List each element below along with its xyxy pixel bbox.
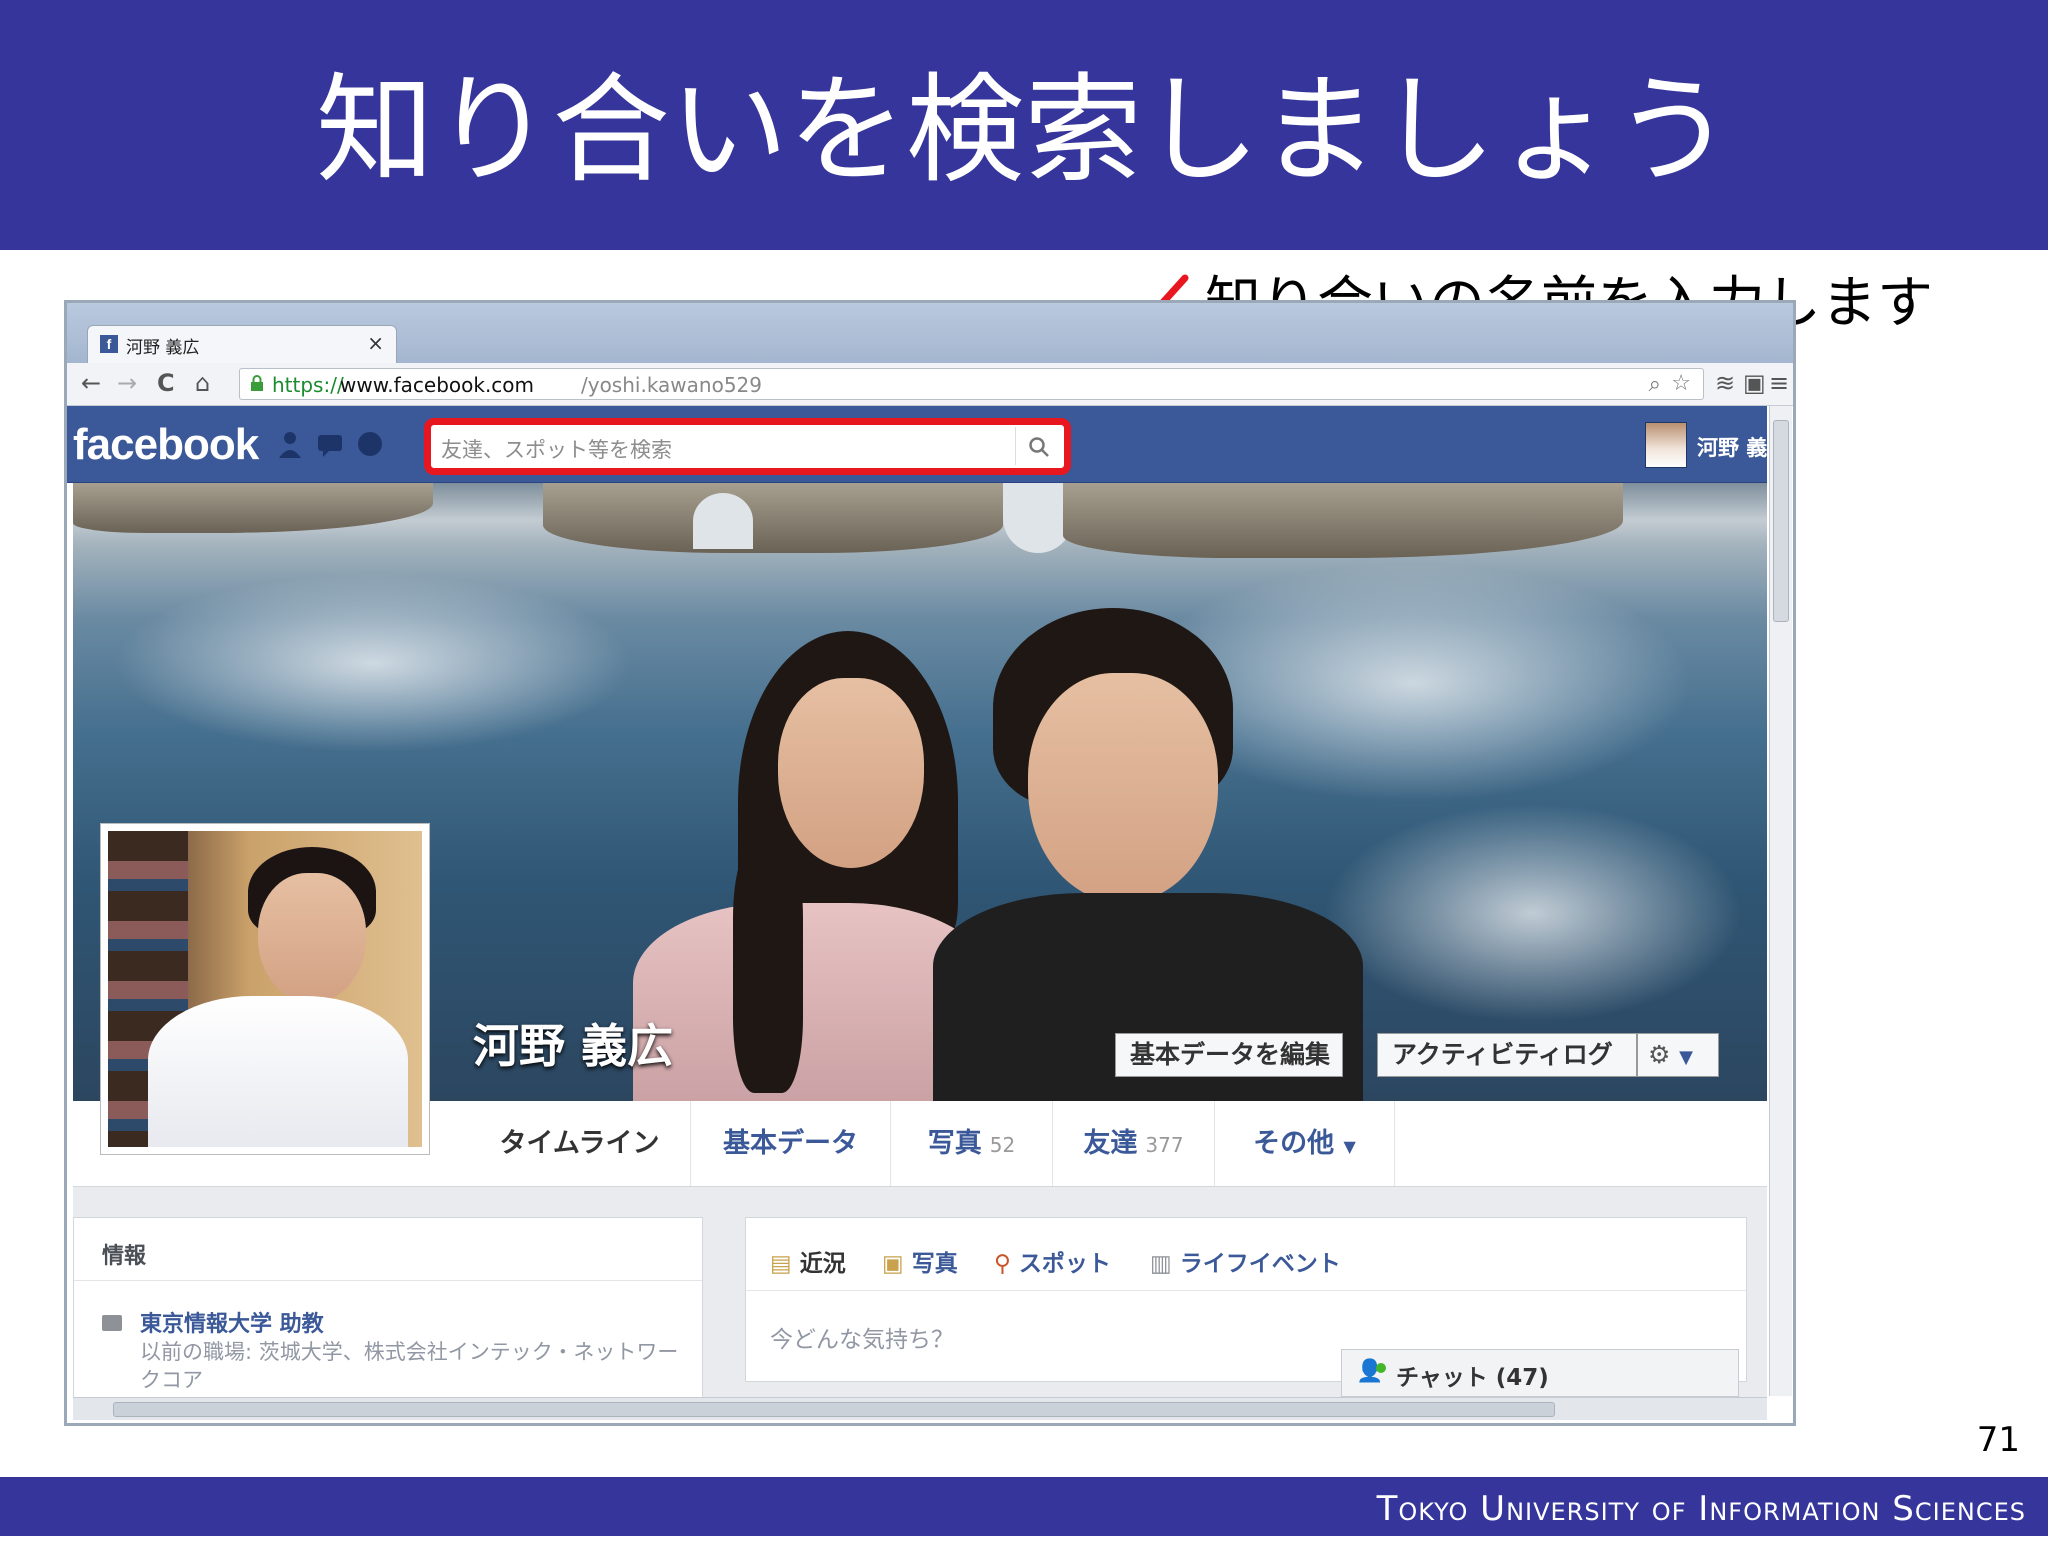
friends-count: 377 <box>1145 1133 1184 1157</box>
tab-timeline[interactable]: タイムライン <box>469 1101 691 1186</box>
bookmark-star-icon[interactable]: ☆ <box>1671 371 1691 396</box>
chat-label: チャット (47) <box>1396 1365 1549 1391</box>
search-button[interactable] <box>1015 427 1060 465</box>
composer-input[interactable]: 今どんな気持ち？ <box>770 1320 954 1354</box>
address-bar[interactable]: https:// www.facebook.com /yoshi.kawano5… <box>239 368 1704 400</box>
search-icon <box>1029 437 1049 457</box>
tab-strip: f 河野 義広 × <box>67 303 1793 363</box>
messages-icon[interactable] <box>315 430 345 458</box>
extension-layers-icon[interactable]: ≋ <box>1715 371 1735 395</box>
photos-count: 52 <box>989 1133 1016 1157</box>
user-avatar[interactable] <box>1645 422 1687 468</box>
reload-icon[interactable]: C <box>157 371 175 395</box>
water-reflection <box>1323 803 1743 1023</box>
briefcase-icon <box>102 1315 122 1331</box>
divider <box>746 1290 1746 1291</box>
life-event-icon: ▥ <box>1150 1251 1172 1277</box>
tab-about-label: 基本データ <box>723 1128 858 1159</box>
info-work-link[interactable]: 東京情報大学 助教 <box>140 1306 324 1338</box>
forward-icon[interactable]: → <box>117 371 137 395</box>
browser-tab[interactable]: f 河野 義広 × <box>87 325 397 363</box>
composer-life-event-label: ライフイベント <box>1179 1251 1341 1277</box>
edit-profile-button[interactable]: 基本データを編集 <box>1115 1033 1343 1077</box>
notifications-globe-icon[interactable] <box>355 430 385 458</box>
profile-picture[interactable] <box>100 823 430 1155</box>
tab-timeline-label: タイムライン <box>499 1128 660 1159</box>
vertical-scrollbar[interactable] <box>1769 406 1792 1396</box>
settings-gear-button[interactable]: ⚙ ▼ <box>1637 1033 1719 1077</box>
lock-icon <box>251 375 263 391</box>
slide-title: 知り合いを検索しましょう <box>315 61 1732 199</box>
tab-about[interactable]: 基本データ <box>691 1101 891 1186</box>
tab-more-label: その他 <box>1253 1128 1335 1159</box>
zoom-icon[interactable]: ⌕ <box>1649 372 1661 397</box>
woman-hair-long <box>733 843 803 1093</box>
profile-photo <box>108 831 422 1147</box>
white-shirt <box>148 996 408 1147</box>
facebook-favicon-icon: f <box>100 335 118 353</box>
info-heading: 情報 <box>102 1244 147 1269</box>
page-number: 71 <box>1976 1420 2020 1460</box>
scrollbar-thumb[interactable] <box>1773 420 1789 622</box>
water-reflection <box>113 573 633 753</box>
activity-log-button[interactable]: アクティビティログ <box>1377 1033 1637 1077</box>
composer-status-label: 近況 <box>799 1251 846 1277</box>
man-face <box>1028 673 1218 903</box>
horizontal-scrollbar[interactable] <box>73 1397 1767 1420</box>
tab-title: 河野 義広 <box>126 338 200 358</box>
photo-icon: ▣ <box>882 1251 904 1277</box>
tab-friends[interactable]: 友達 377 <box>1053 1101 1215 1186</box>
facebook-topbar: facebook 河野 義 <box>67 406 1767 483</box>
back-icon[interactable]: ← <box>81 371 101 395</box>
footer-text: Tokyo University of Information Sciences <box>1376 1489 2026 1529</box>
tab-more[interactable]: その他 ▼ <box>1215 1101 1395 1186</box>
rock-left <box>73 483 433 533</box>
online-dot-icon <box>1376 1363 1386 1373</box>
composer-photo-tab[interactable]: ▣ 写真 <box>882 1244 958 1278</box>
extension-icon[interactable]: ▣ <box>1743 371 1766 395</box>
composer-place-tab[interactable]: ⚲ スポット <box>994 1244 1111 1278</box>
tab-friends-label: 友達 <box>1083 1128 1138 1159</box>
user-name-link[interactable]: 河野 義 <box>1697 432 1767 462</box>
friend-requests-icon[interactable] <box>275 430 305 458</box>
chevron-down-icon: ▼ <box>1343 1137 1356 1156</box>
scrollbar-thumb[interactable] <box>113 1402 1555 1417</box>
composer-photo-label: 写真 <box>911 1251 958 1277</box>
facebook-logo[interactable]: facebook <box>73 420 259 470</box>
tab-photos[interactable]: 写真 52 <box>891 1101 1053 1186</box>
url-host: www.facebook.com <box>340 373 535 397</box>
composer-status-tab[interactable]: ▤ 近況 <box>770 1244 846 1278</box>
url-path: /yoshi.kawano529 <box>581 373 763 397</box>
divider <box>74 1280 702 1281</box>
arch-gap <box>693 493 753 549</box>
man-face <box>258 873 366 1003</box>
note-icon: ▤ <box>770 1251 792 1277</box>
home-icon[interactable]: ⌂ <box>195 371 210 395</box>
chat-bar[interactable]: 👤 チャット (47) <box>1341 1349 1739 1397</box>
tab-close-icon[interactable]: × <box>367 331 384 355</box>
rock-arch <box>543 483 1003 553</box>
info-previous-work: 以前の職場: 茨城大学、株式会社インテック・ネットワークコア <box>140 1340 679 1392</box>
browser-toolbar: ← → C ⌂ https:// www.facebook.com /yoshi… <box>67 363 1793 406</box>
search-box-highlight <box>424 418 1071 475</box>
chevron-down-icon: ▼ <box>1679 1047 1693 1068</box>
browser-window: f 河野 義広 × ← → C ⌂ https:// www.facebook.… <box>64 300 1796 1426</box>
gear-icon: ⚙ <box>1648 1040 1671 1069</box>
url-scheme: https:// <box>272 373 344 397</box>
profile-name[interactable]: 河野 義広 <box>473 1010 673 1076</box>
search-input[interactable] <box>439 429 1003 471</box>
rock-right <box>1063 483 1623 558</box>
menu-icon[interactable]: ≡ <box>1769 371 1789 395</box>
composer-life-event-tab[interactable]: ▥ ライフイベント <box>1150 1244 1341 1278</box>
tab-photos-label: 写真 <box>927 1128 982 1159</box>
map-pin-icon: ⚲ <box>994 1251 1011 1277</box>
composer-place-label: スポット <box>1018 1251 1111 1277</box>
info-card: 情報 東京情報大学 助教 以前の職場: 茨城大学、株式会社インテック・ネットワー… <box>73 1217 703 1407</box>
woman-face <box>778 678 924 868</box>
